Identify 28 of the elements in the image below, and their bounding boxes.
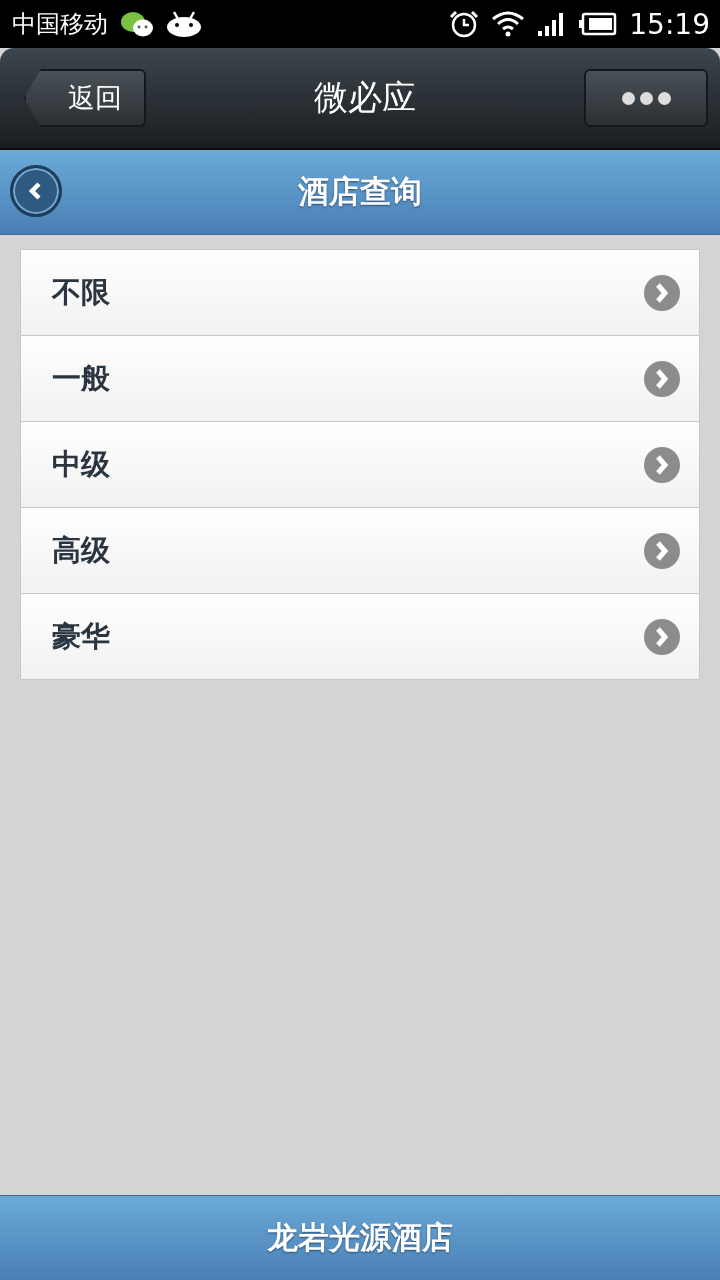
chevron-right-icon bbox=[644, 532, 680, 569]
list-item[interactable]: 一般 bbox=[21, 335, 699, 421]
item-label: 豪华 bbox=[52, 617, 110, 655]
robot-icon bbox=[166, 10, 202, 38]
list-item[interactable]: 豪华 bbox=[21, 593, 699, 679]
item-label: 不限 bbox=[52, 273, 110, 311]
hotel-name: 龙岩光源酒店 bbox=[267, 1218, 453, 1257]
list-item[interactable]: 中级 bbox=[21, 421, 699, 507]
back-button[interactable]: 返回 bbox=[24, 69, 146, 127]
chevron-right-icon bbox=[644, 618, 680, 655]
item-label: 中级 bbox=[52, 445, 110, 483]
item-label: 高级 bbox=[52, 531, 110, 569]
clock-time: 15:19 bbox=[629, 7, 710, 41]
app-title: 微必应 bbox=[314, 76, 416, 119]
chevron-right-icon bbox=[644, 446, 680, 483]
item-label: 一般 bbox=[52, 359, 110, 397]
alarm-icon bbox=[449, 9, 480, 39]
back-arrow-button[interactable] bbox=[10, 165, 62, 217]
page-title: 酒店查询 bbox=[298, 172, 422, 211]
list-item[interactable]: 高级 bbox=[21, 507, 699, 593]
list-item[interactable]: 不限 bbox=[21, 250, 699, 335]
chevron-right-icon bbox=[644, 360, 680, 397]
battery-icon bbox=[579, 12, 618, 36]
wifi-icon bbox=[491, 10, 526, 38]
more-button[interactable] bbox=[584, 69, 708, 127]
carrier-name: 中国移动 bbox=[12, 9, 108, 40]
chat-bubbles-icon bbox=[120, 10, 154, 38]
chevron-right-icon bbox=[644, 274, 680, 311]
